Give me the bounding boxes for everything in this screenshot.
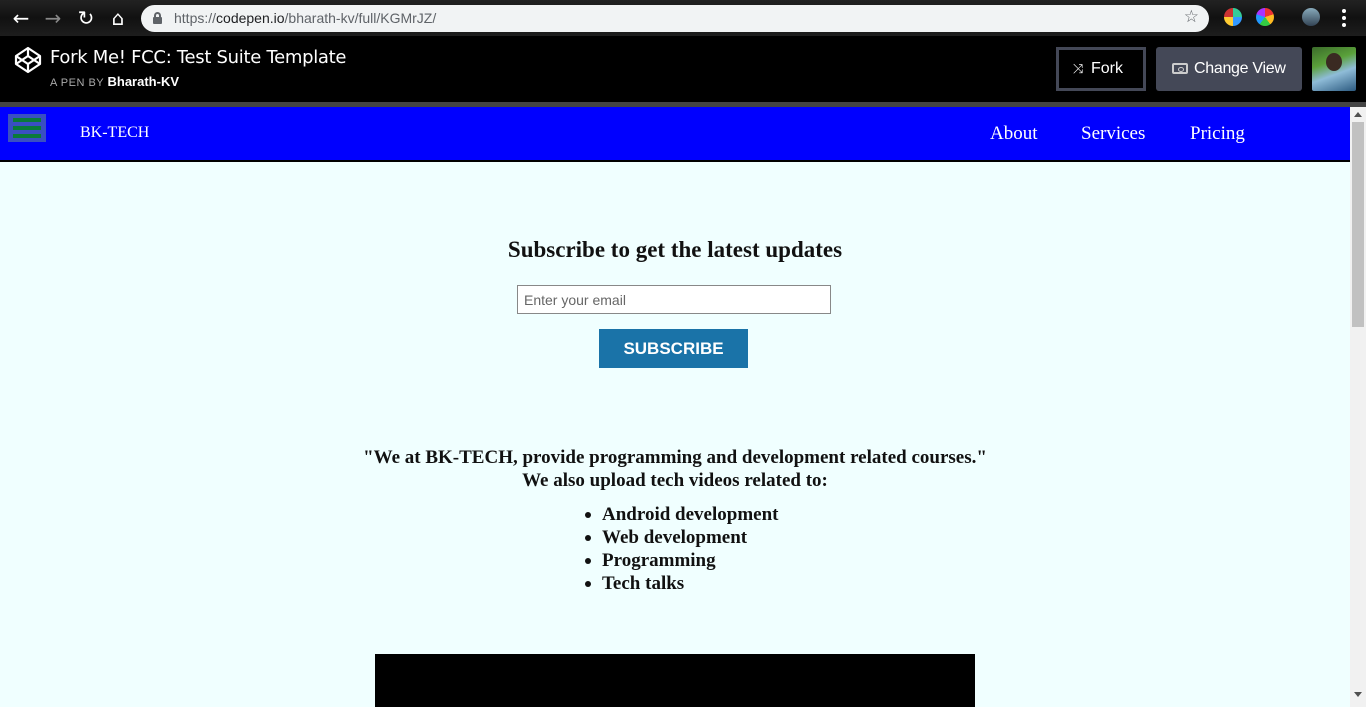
about-description: "We at BK-TECH, provide programming and …: [0, 446, 1350, 492]
forward-icon[interactable]: →: [41, 6, 65, 30]
nav-link-services[interactable]: Services: [1081, 123, 1145, 145]
home-icon[interactable]: ⌂: [106, 6, 130, 30]
page-scrollbar[interactable]: [1350, 107, 1366, 707]
browser-toolbar: ← → ↻ ⌂ https://codepen.io/bharath-kv/fu…: [0, 0, 1366, 36]
user-avatar[interactable]: [1312, 47, 1356, 91]
scroll-thumb[interactable]: [1352, 122, 1364, 327]
topics-list: Android development Web development Prog…: [584, 503, 779, 595]
video-embed[interactable]: [375, 654, 975, 707]
pen-preview: BK-TECH About Services Pricing Subscribe…: [0, 107, 1350, 707]
change-view-button[interactable]: Change View: [1156, 47, 1302, 91]
address-bar[interactable]: https://codepen.io/bharath-kv/full/KGMrJ…: [141, 5, 1209, 32]
nav-link-pricing[interactable]: Pricing: [1190, 123, 1245, 145]
list-item: Android development: [584, 504, 779, 525]
scroll-down-arrow-icon[interactable]: [1354, 692, 1362, 697]
about-subtitle: We also upload tech videos related to:: [522, 470, 828, 491]
list-item: Tech talks: [584, 572, 778, 595]
about-quote: "We at BK-TECH, provide programming and …: [363, 447, 987, 468]
subscribe-button[interactable]: SUBSCRIBE: [599, 329, 748, 368]
pen-byline: A PEN BY Bharath-KV: [50, 74, 180, 89]
browser-menu-icon[interactable]: [1336, 6, 1352, 30]
pen-title: Fork Me! FCC: Test Suite Template: [50, 47, 347, 68]
codepen-header: Fork Me! FCC: Test Suite Template A PEN …: [0, 36, 1366, 102]
color-picker-extension-icon[interactable]: [1256, 8, 1274, 26]
brand-logo-broken-image[interactable]: BK-TECH: [80, 124, 149, 142]
hamburger-menu-icon[interactable]: [8, 114, 46, 142]
profile-icon[interactable]: [1302, 8, 1320, 26]
url-text[interactable]: https://codepen.io/bharath-kv/full/KGMrJ…: [174, 5, 436, 32]
lock-icon: [153, 12, 162, 24]
list-item: Programming: [584, 549, 778, 572]
subscribe-heading: Subscribe to get the latest updates: [507, 237, 843, 262]
extension-icon[interactable]: [1224, 8, 1242, 26]
site-navbar: BK-TECH About Services Pricing: [0, 107, 1350, 162]
codepen-logo-icon[interactable]: [14, 46, 42, 74]
back-icon[interactable]: ←: [9, 6, 33, 30]
fork-button[interactable]: ⤨ Fork: [1056, 47, 1146, 91]
fork-icon: ⤨: [1073, 62, 1084, 77]
list-item: Web development: [584, 526, 778, 549]
reload-icon[interactable]: ↻: [74, 6, 98, 30]
email-input[interactable]: [517, 285, 831, 314]
view-icon: [1172, 63, 1188, 74]
nav-link-about[interactable]: About: [990, 123, 1038, 145]
bookmark-star-icon[interactable]: ☆: [1184, 7, 1199, 27]
pen-author-link[interactable]: Bharath-KV: [108, 74, 180, 89]
scroll-up-arrow-icon[interactable]: [1354, 112, 1362, 117]
